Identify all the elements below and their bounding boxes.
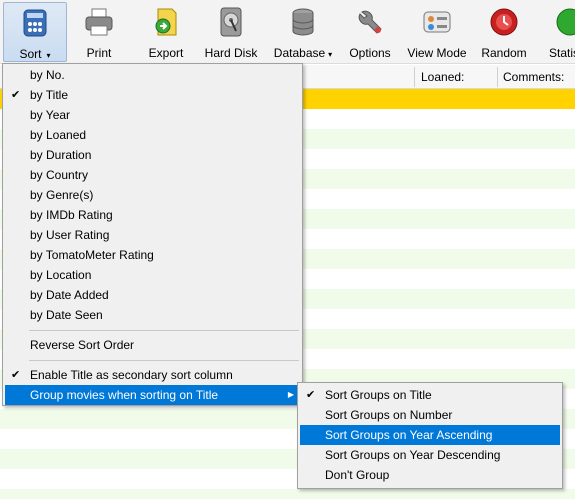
checkmark-icon: ✔ [11,89,21,101]
menu-item-enable-secondary-sort[interactable]: ✔ Enable Title as secondary sort column [5,365,300,385]
menu-item-label: Group movies when sorting on Title [30,388,219,402]
wrench-icon [354,6,386,38]
random-button[interactable]: Random [480,2,528,62]
menu-item-sort-by-country[interactable]: by Country [5,165,300,185]
checkmark-icon: ✔ [306,389,316,401]
menu-item-label: by Year [30,108,71,122]
menu-item-label: Don't Group [325,468,390,482]
menu-separator [29,360,299,361]
menu-item-sort-by-duration[interactable]: by Duration [5,145,300,165]
hard-disk-label: Hard Disk [204,46,258,60]
options-button[interactable]: Options [347,2,393,62]
menu-item-label: Sort Groups on Title [325,388,432,402]
menu-item-label: by Date Added [30,288,109,302]
export-label: Export [148,46,184,60]
menu-item-sort-by-loaned[interactable]: by Loaned [5,125,300,145]
chevron-down-icon: ▾ [46,51,51,60]
table-row[interactable] [0,489,575,499]
menu-item-sort-by-date-added[interactable]: by Date Added [5,285,300,305]
menu-item-sort-by-title[interactable]: ✔ by Title [5,85,300,105]
submenu-item-sort-groups-number[interactable]: Sort Groups on Number [300,405,560,425]
database-button[interactable]: Database ▾ [272,2,334,62]
statistics-label: Statis [548,46,575,60]
menu-item-label: by Duration [30,148,92,162]
menu-item-label: Sort Groups on Year Descending [325,448,501,462]
toolbar: Sort ▾ Print Export Hard Disk Database ▾… [0,0,575,64]
menu-item-sort-by-year[interactable]: by Year [5,105,300,125]
menu-item-sort-by-user-rating[interactable]: by User Rating [5,225,300,245]
menu-item-sort-by-genre[interactable]: by Genre(s) [5,185,300,205]
sort-menu: by No. ✔ by Title by Year by Loaned by Du… [2,63,303,406]
menu-item-label: by Country [30,168,89,182]
view-mode-label: View Mode [407,46,467,60]
database-label: Database [273,46,326,60]
database-icon [287,6,319,38]
statistics-icon [548,6,575,38]
menu-item-sort-by-location[interactable]: by Location [5,265,300,285]
hard-disk-icon [215,6,247,38]
menu-item-label: Sort Groups on Year Ascending [325,428,493,442]
submenu-item-sort-groups-title[interactable]: ✔ Sort Groups on Title [300,385,560,405]
menu-separator [29,330,299,331]
printer-icon [83,6,115,38]
menu-item-label: Enable Title as secondary sort column [30,368,233,382]
statistics-button[interactable]: Statis [544,2,575,62]
film-reel-sort-icon [19,7,51,39]
menu-item-reverse-sort-order[interactable]: Reverse Sort Order [5,335,300,355]
menu-item-sort-by-imdb-rating[interactable]: by IMDb Rating [5,205,300,225]
menu-item-group-movies[interactable]: Group movies when sorting on Title ▶ [5,385,300,405]
sort-label: Sort [19,47,42,61]
menu-item-label: by Loaned [30,128,87,142]
hard-disk-button[interactable]: Hard Disk [203,2,259,62]
chevron-down-icon: ▾ [328,50,333,59]
column-divider[interactable] [497,67,498,87]
random-label: Random [481,46,527,60]
export-icon [150,6,182,38]
menu-item-label: by Title [30,88,69,102]
menu-item-label: by Date Seen [30,308,103,322]
column-divider[interactable] [414,67,415,87]
export-button[interactable]: Export [140,2,192,62]
group-submenu: ✔ Sort Groups on Title Sort Groups on Num… [297,382,563,489]
menu-item-sort-by-tomatometer-rating[interactable]: by TomatoMeter Rating [5,245,300,265]
submenu-item-sort-groups-year-ascending[interactable]: Sort Groups on Year Ascending [300,425,560,445]
column-header-comments[interactable]: Comments: [503,70,564,84]
sort-button[interactable]: Sort ▾ [3,2,67,62]
submenu-item-sort-groups-year-descending[interactable]: Sort Groups on Year Descending [300,445,560,465]
menu-item-label: by No. [30,68,65,82]
view-mode-icon [421,6,453,38]
options-label: Options [349,46,391,60]
menu-item-sort-by-no[interactable]: by No. [5,65,300,85]
column-header-loaned[interactable]: Loaned: [421,70,464,84]
submenu-item-dont-group[interactable]: Don't Group [300,465,560,485]
menu-item-label: by IMDb Rating [30,208,113,222]
menu-item-label: by User Rating [30,228,110,242]
menu-item-label: Reverse Sort Order [30,338,135,352]
print-label: Print [86,46,112,60]
menu-item-label: by Location [30,268,92,282]
menu-item-label: by TomatoMeter Rating [30,248,154,262]
menu-item-label: Sort Groups on Number [325,408,453,422]
random-icon [488,6,520,38]
view-mode-button[interactable]: View Mode [407,2,467,62]
submenu-arrow-icon: ▶ [287,390,294,399]
menu-item-sort-by-date-seen[interactable]: by Date Seen [5,305,300,325]
checkmark-icon: ✔ [11,369,21,381]
print-button[interactable]: Print [76,2,122,62]
menu-item-label: by Genre(s) [30,188,94,202]
